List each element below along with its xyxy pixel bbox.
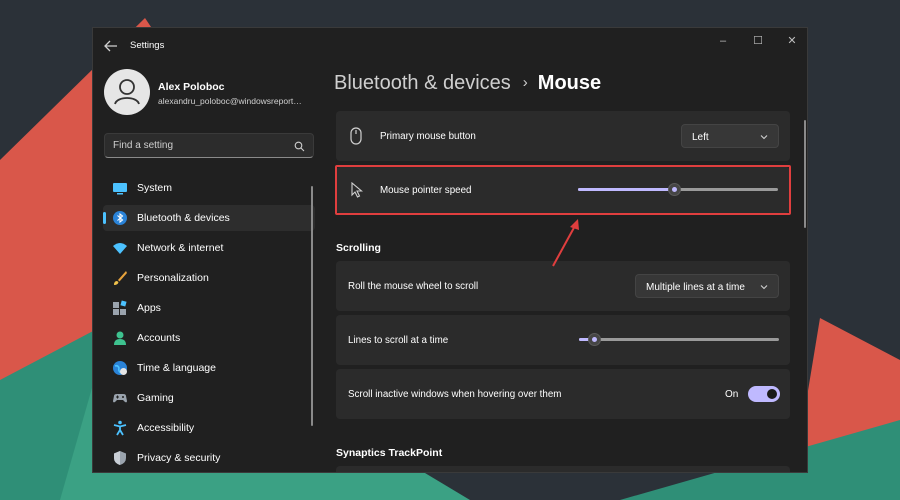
settings-window: Settings – ☐ ✕ Alex Poloboc alexandru_po…: [92, 27, 808, 473]
sidebar-scrollbar[interactable]: [311, 186, 313, 426]
toggle-knob: [767, 389, 777, 399]
sidebar-item-time-language[interactable]: Time & language: [103, 355, 315, 381]
dropdown-value: Multiple lines at a time: [646, 282, 745, 293]
avatar[interactable]: [104, 69, 150, 115]
roll-wheel-card: Roll the mouse wheel to scroll Multiple …: [336, 261, 790, 311]
primary-button-card: Primary mouse button Left: [336, 111, 790, 161]
breadcrumb: Bluetooth & devices › Mouse: [334, 72, 601, 95]
title-bar: Settings – ☐ ✕: [93, 28, 807, 64]
sidebar-item-system[interactable]: System: [103, 175, 315, 201]
user-email: alexandru_poloboc@windowsreport…: [158, 96, 302, 106]
accessibility-icon: [113, 420, 127, 436]
sidebar-item-label: Accounts: [137, 332, 181, 344]
breadcrumb-separator: ›: [522, 74, 528, 91]
apps-icon: [113, 300, 127, 315]
globe-icon: [113, 361, 127, 375]
slider-track: [579, 338, 779, 341]
sidebar-item-apps[interactable]: Apps: [103, 295, 315, 321]
scroll-inactive-label: Scroll inactive windows when hovering ov…: [348, 389, 562, 400]
user-name: Alex Poloboc: [158, 81, 225, 93]
app-title: Settings: [130, 40, 165, 51]
primary-button-label: Primary mouse button: [380, 131, 476, 142]
scroll-inactive-card: Scroll inactive windows when hovering ov…: [336, 369, 790, 419]
chevron-down-icon: [760, 285, 768, 290]
maximize-icon[interactable]: ☐: [751, 34, 765, 48]
lines-to-scroll-label: Lines to scroll at a time: [348, 335, 449, 346]
breadcrumb-parent[interactable]: Bluetooth & devices: [334, 72, 511, 94]
sidebar-item-gaming[interactable]: Gaming: [103, 385, 315, 411]
search-placeholder: Find a setting: [113, 140, 174, 151]
sidebar-nav: System Bluetooth & devices Network & int…: [103, 175, 315, 472]
sidebar-item-label: Gaming: [137, 392, 174, 404]
sidebar-item-personalization[interactable]: Personalization: [103, 265, 315, 291]
sidebar-item-label: System: [137, 182, 173, 194]
sidebar-item-label: Apps: [137, 302, 161, 314]
slider-thumb[interactable]: [588, 333, 601, 346]
lines-to-scroll-card: Lines to scroll at a time: [336, 315, 790, 365]
toggle-state-label: On: [725, 389, 739, 400]
sidebar-item-accessibility[interactable]: Accessibility: [103, 415, 315, 441]
search-input[interactable]: Find a setting: [104, 133, 314, 158]
sidebar-item-label: Time & language: [137, 362, 216, 374]
primary-button-dropdown[interactable]: Left: [681, 124, 779, 148]
highlight-box: [335, 165, 791, 215]
system-icon: [113, 183, 127, 195]
brush-icon: [114, 271, 127, 285]
gamepad-icon: [113, 394, 127, 403]
sidebar-item-label: Bluetooth & devices: [137, 212, 230, 224]
mouse-icon: [350, 127, 362, 145]
sidebar-item-bluetooth[interactable]: Bluetooth & devices: [103, 205, 315, 231]
scroll-inactive-toggle[interactable]: [748, 386, 780, 402]
trackpoint-card: [336, 466, 790, 472]
scrolling-section-title: Scrolling: [336, 242, 381, 254]
network-icon: [113, 243, 127, 254]
sidebar-item-label: Network & internet: [137, 242, 224, 254]
bluetooth-icon: [113, 211, 127, 225]
dropdown-value: Left: [692, 132, 709, 143]
shield-icon: [114, 451, 126, 465]
sidebar-item-accounts[interactable]: Accounts: [103, 325, 315, 351]
roll-wheel-label: Roll the mouse wheel to scroll: [348, 281, 479, 292]
sidebar-item-label: Personalization: [137, 272, 209, 284]
close-icon[interactable]: ✕: [785, 34, 799, 48]
lines-to-scroll-slider[interactable]: [579, 333, 779, 346]
page-title: Mouse: [537, 72, 602, 94]
roll-wheel-dropdown[interactable]: Multiple lines at a time: [635, 274, 779, 298]
sidebar-item-privacy-security[interactable]: Privacy & security: [103, 445, 315, 471]
user-icon: [114, 79, 140, 105]
search-icon: [294, 141, 305, 152]
sidebar-item-network[interactable]: Network & internet: [103, 235, 315, 261]
back-arrow-icon[interactable]: [103, 39, 119, 53]
content-scrollbar[interactable]: [804, 120, 806, 228]
trackpoint-section-title: Synaptics TrackPoint: [336, 447, 443, 459]
sidebar-item-label: Accessibility: [137, 422, 195, 434]
chevron-down-icon: [760, 135, 768, 140]
minimize-icon[interactable]: –: [716, 34, 730, 48]
accounts-icon: [114, 331, 126, 345]
sidebar-item-label: Privacy & security: [137, 452, 221, 464]
